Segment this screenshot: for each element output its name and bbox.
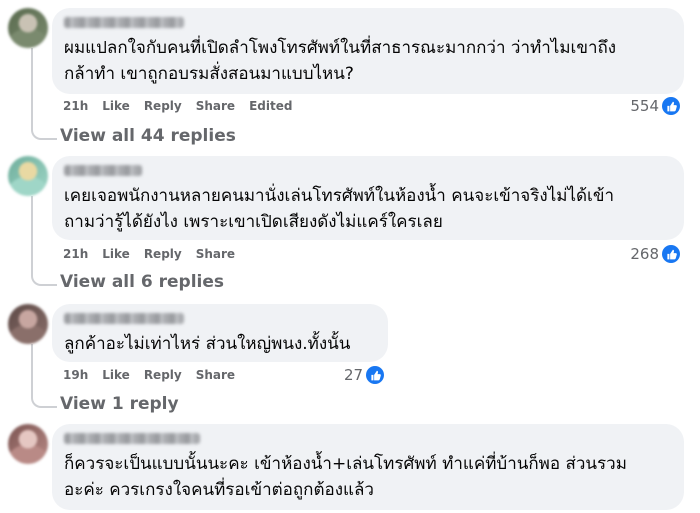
thread-line: [31, 344, 33, 396]
thread-connector: [31, 272, 57, 286]
thread-connector: [31, 126, 57, 140]
reaction-count[interactable]: 554: [630, 96, 680, 116]
commenter-name[interactable]: [64, 17, 184, 28]
thread-connector: [31, 394, 57, 408]
comment-bubble: ผมแปลกใจกับคนที่เปิดลำโพงโทรศัพท์ในที่สา…: [52, 8, 684, 94]
share-button[interactable]: Share: [196, 368, 235, 382]
comment-actions: 21h Like Reply Share Edited: [63, 97, 306, 115]
comment-timestamp[interactable]: 21h: [63, 99, 88, 113]
comment-text: ลูกค้าอะไม่เท่าไหร่ ส่วนใหญ่พนง.ทั้งนั้น: [64, 334, 351, 354]
reaction-count[interactable]: 268: [630, 244, 680, 264]
like-reaction-icon: [366, 366, 385, 384]
comment-actions: 21h Like Reply Share: [63, 245, 249, 263]
comment-text: ก็ควรจะเป็นแบบนั้นนะคะ เข้าห้องน้ำ+เล่นโ…: [64, 454, 627, 500]
share-button[interactable]: Share: [196, 247, 235, 261]
edited-label: Edited: [249, 99, 293, 113]
reaction-count[interactable]: 27: [344, 365, 385, 385]
commenter-name[interactable]: [64, 165, 142, 176]
reply-button[interactable]: Reply: [144, 247, 182, 261]
reply-button[interactable]: Reply: [144, 368, 182, 382]
like-reaction-icon: [662, 245, 680, 263]
reaction-count-value: 27: [344, 366, 364, 384]
avatar[interactable]: [8, 156, 48, 196]
comment-text: เคยเจอพนักงานหลายคนมานั่งเล่นโทรศัพท์ในห…: [64, 186, 615, 232]
comment-actions: 19h Like Reply Share: [63, 366, 249, 384]
comment-bubble: ก็ควรจะเป็นแบบนั้นนะคะ เข้าห้องน้ำ+เล่นโ…: [52, 424, 684, 510]
like-button[interactable]: Like: [102, 247, 130, 261]
comment-timestamp[interactable]: 21h: [63, 247, 88, 261]
comment-text: ผมแปลกใจกับคนที่เปิดลำโพงโทรศัพท์ในที่สา…: [64, 38, 617, 84]
like-reaction-icon: [662, 97, 680, 115]
reply-button[interactable]: Reply: [144, 99, 182, 113]
avatar[interactable]: [8, 304, 48, 344]
like-button[interactable]: Like: [102, 99, 130, 113]
comment-bubble: เคยเจอพนักงานหลายคนมานั่งเล่นโทรศัพท์ในห…: [52, 156, 684, 240]
comment-timestamp[interactable]: 19h: [63, 368, 88, 382]
thread-line: [31, 48, 33, 128]
view-replies-link[interactable]: View all 44 replies: [60, 126, 236, 146]
view-replies-link[interactable]: View 1 reply: [60, 394, 179, 414]
comment-bubble: ลูกค้าอะไม่เท่าไหร่ ส่วนใหญ่พนง.ทั้งนั้น: [52, 304, 388, 362]
thread-line: [31, 196, 33, 274]
commenter-name[interactable]: [64, 313, 184, 324]
view-replies-link[interactable]: View all 6 replies: [60, 272, 224, 292]
share-button[interactable]: Share: [196, 99, 235, 113]
avatar[interactable]: [8, 424, 48, 464]
avatar[interactable]: [8, 8, 48, 48]
reaction-count-value: 554: [630, 97, 659, 115]
reaction-count-value: 268: [630, 245, 659, 263]
like-button[interactable]: Like: [102, 368, 130, 382]
commenter-name[interactable]: [64, 433, 200, 444]
